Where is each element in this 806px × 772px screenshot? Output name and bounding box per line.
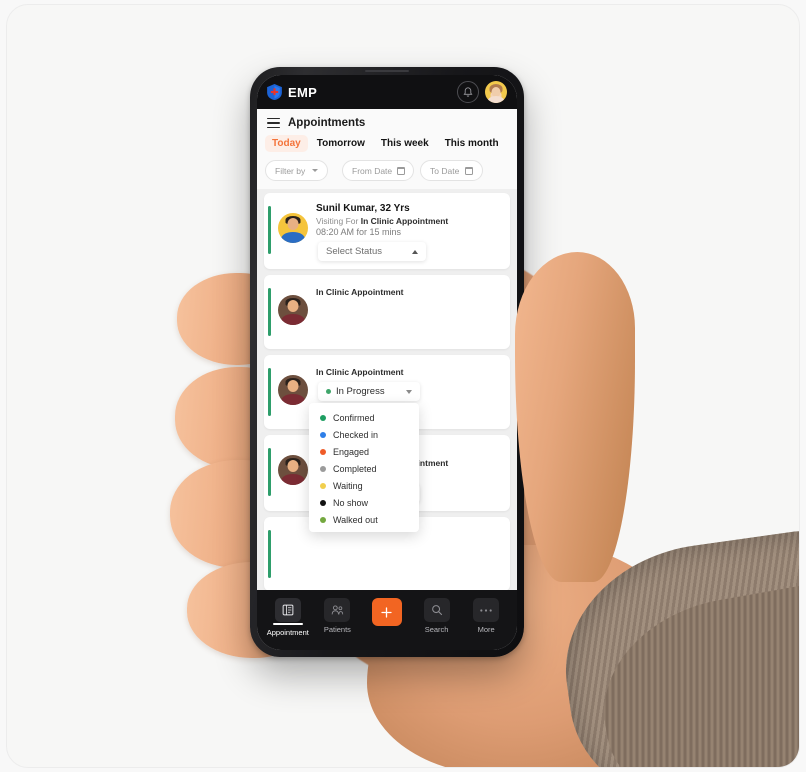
status-label: In Progress — [336, 386, 385, 397]
bell-glyph — [463, 86, 473, 97]
smartphone-device: EMP Appointments Today Tomorrow This wee… — [250, 67, 524, 657]
page-title: Appointments — [288, 117, 366, 129]
patient-name: Sunil Kumar, 32 Yrs — [316, 203, 410, 214]
appointment-details: Sunil Kumar, 32 Yrs Visiting For In Clin… — [316, 201, 502, 261]
nav-label: Patients — [323, 625, 351, 634]
tab-this-week[interactable]: This week — [374, 135, 436, 152]
status-option-checked-in[interactable]: Checked in — [309, 426, 419, 443]
nav-label: More — [477, 625, 495, 634]
more-dots-icon — [473, 598, 500, 622]
nav-add-button[interactable]: Add — [363, 598, 411, 638]
calendar-icon — [397, 166, 406, 175]
to-date-input[interactable]: To Date — [420, 160, 483, 181]
nav-label: Appointment — [266, 627, 309, 637]
status-option-no-show[interactable]: No show — [309, 494, 419, 511]
status-option-walked-out[interactable]: Walked out — [309, 511, 419, 528]
filter-by-label: Filter by — [275, 165, 306, 176]
active-indicator — [272, 623, 303, 625]
bottom-navigation: Appointment Patients Search More — [257, 590, 517, 650]
brand-name: EMP — [288, 84, 318, 100]
appointment-list[interactable]: Sunil Kumar, 32 Yrs Visiting For In Clin… — [257, 189, 517, 590]
nav-search[interactable]: Search — [413, 598, 461, 634]
from-date-label: From Date — [352, 165, 393, 176]
app-bar-actions — [457, 81, 507, 103]
status-label: Select Status — [326, 246, 382, 257]
nav-label: Search — [424, 625, 449, 634]
nav-appointment[interactable]: Appointment — [264, 598, 312, 637]
appointment-details: In Clinic Appointment — [316, 283, 502, 341]
status-option-waiting[interactable]: Waiting — [309, 477, 419, 494]
visit-type: In Clinic Appointment — [316, 367, 404, 377]
from-date-input[interactable]: From Date — [342, 160, 414, 181]
hamburger-menu-icon[interactable] — [267, 117, 280, 129]
phone-screen: EMP Appointments Today Tomorrow This wee… — [257, 75, 517, 650]
filter-by-dropdown[interactable]: Filter by — [265, 160, 328, 181]
status-dot — [326, 389, 331, 394]
chevron-down-icon — [312, 169, 318, 172]
notification-bell-icon[interactable] — [457, 81, 479, 103]
calendar-icon — [465, 166, 473, 175]
patient-avatar — [278, 375, 308, 405]
chevron-up-icon — [412, 249, 418, 254]
nav-more[interactable]: More — [462, 598, 510, 634]
app-bar: EMP — [257, 75, 517, 109]
search-icon — [423, 598, 450, 622]
scene: EMP Appointments Today Tomorrow This wee… — [6, 4, 800, 768]
tab-today[interactable]: Today — [265, 135, 308, 152]
status-select[interactable]: In Progress — [318, 382, 420, 401]
chevron-down-icon — [406, 389, 412, 394]
plus-icon — [371, 598, 402, 626]
appointment-book-icon — [274, 598, 301, 622]
status-option-engaged[interactable]: Engaged — [309, 443, 419, 460]
patient-avatar — [278, 455, 308, 485]
status-select-open[interactable]: Select Status — [318, 242, 426, 261]
visit-type: Visiting For In Clinic Appointment — [316, 216, 449, 226]
period-tabs: Today Tomorrow This week This month — [257, 135, 517, 157]
avatar-body — [488, 96, 504, 103]
shield-logo-icon — [267, 84, 282, 100]
patient-avatar — [278, 295, 308, 325]
appointment-card[interactable]: In Clinic Appointment — [264, 275, 510, 349]
thumb — [515, 252, 635, 582]
status-dropdown-menu[interactable]: Confirmed Checked in Engaged Completed W… — [309, 403, 419, 532]
appointment-card[interactable]: Sunil Kumar, 32 Yrs Visiting For In Clin… — [264, 193, 510, 269]
to-date-label: To Date — [430, 165, 460, 176]
avatar[interactable] — [485, 81, 507, 103]
page-header: Appointments — [257, 109, 517, 135]
appointment-time: 08:20 AM for 15 mins — [316, 227, 402, 237]
tab-tomorrow[interactable]: Tomorrow — [310, 135, 372, 152]
patient-avatar — [278, 213, 308, 243]
filter-row: Filter by From Date To Date — [257, 157, 517, 189]
status-option-confirmed[interactable]: Confirmed — [309, 409, 419, 426]
nav-patients[interactable]: Patients — [313, 598, 361, 634]
tab-this-month[interactable]: This month — [438, 135, 506, 152]
status-option-completed[interactable]: Completed — [309, 460, 419, 477]
patients-icon — [324, 598, 351, 622]
visit-type: In Clinic Appointment — [316, 287, 404, 297]
